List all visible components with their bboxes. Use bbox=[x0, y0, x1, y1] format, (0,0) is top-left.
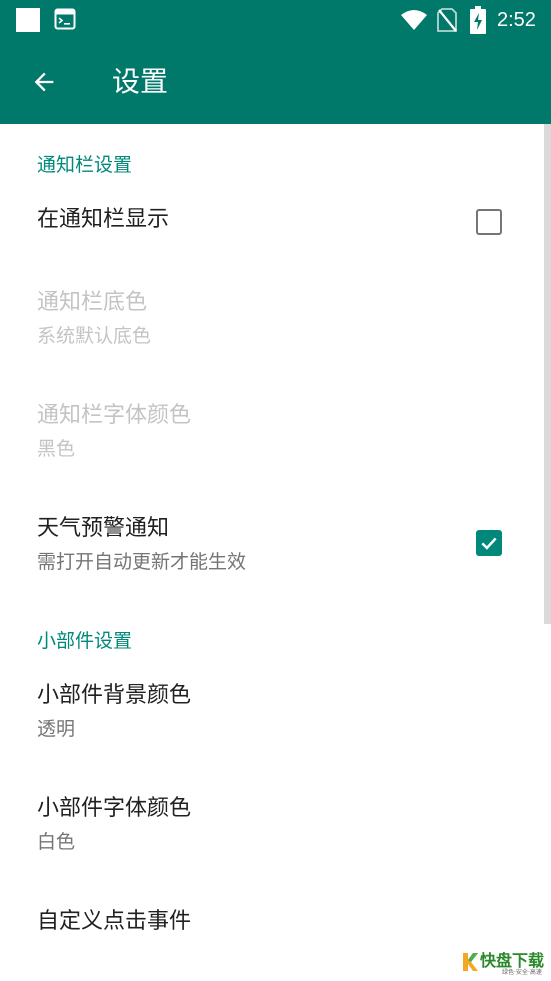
pref-widget-font-color[interactable]: 小部件字体颜色 白色 bbox=[0, 781, 540, 871]
pref-title: 小部件背景颜色 bbox=[37, 683, 192, 708]
app-bar: 设置 bbox=[0, 40, 551, 124]
settings-screen: 2:52 设置 通知栏设置 在通知栏显示 通知栏底色 系统默认底色 通知栏字体颜… bbox=[0, 0, 551, 981]
pref-custom-click-event[interactable]: 自定义点击事件 bbox=[0, 894, 540, 958]
weather-alert-checkbox[interactable] bbox=[476, 530, 502, 556]
pref-title: 自定义点击事件 bbox=[37, 909, 192, 934]
arrow-back-icon bbox=[34, 72, 54, 92]
notification-square-icon bbox=[16, 8, 40, 32]
watermark-subtext: 绿色·安全·高速 bbox=[502, 969, 542, 976]
battery-charging-icon bbox=[470, 6, 486, 34]
watermark-logo: 快盘下载 绿色·安全·高速 bbox=[462, 950, 548, 978]
show-in-notification-checkbox[interactable] bbox=[476, 209, 502, 235]
pref-summary: 透明 bbox=[37, 718, 76, 740]
terminal-icon bbox=[54, 8, 76, 30]
pref-title: 在通知栏显示 bbox=[37, 207, 170, 232]
scrollbar[interactable] bbox=[544, 124, 551, 624]
pref-title: 天气预警通知 bbox=[37, 516, 170, 541]
pref-title: 通知栏底色 bbox=[37, 290, 148, 315]
section-header-notification: 通知栏设置 bbox=[37, 154, 133, 176]
pref-summary: 需打开自动更新才能生效 bbox=[37, 551, 247, 573]
page-title: 设置 bbox=[112, 65, 169, 98]
pref-notification-font-color: 通知栏字体颜色 黑色 bbox=[0, 387, 540, 477]
pref-summary: 黑色 bbox=[37, 438, 76, 460]
back-button[interactable] bbox=[22, 60, 66, 104]
pref-notification-bg-color: 通知栏底色 系统默认底色 bbox=[0, 274, 540, 364]
k-logo-icon bbox=[463, 953, 478, 971]
section-header-widget: 小部件设置 bbox=[37, 630, 133, 652]
pref-summary: 系统默认底色 bbox=[37, 325, 152, 347]
status-time: 2:52 bbox=[497, 9, 536, 31]
checkmark-icon bbox=[481, 537, 497, 550]
wifi-icon bbox=[401, 10, 427, 30]
pref-title: 通知栏字体颜色 bbox=[37, 403, 192, 428]
settings-list[interactable]: 通知栏设置 在通知栏显示 通知栏底色 系统默认底色 通知栏字体颜色 黑色 天气预… bbox=[0, 124, 551, 981]
no-sim-icon bbox=[437, 8, 457, 32]
pref-summary: 白色 bbox=[37, 831, 76, 853]
status-bar: 2:52 bbox=[0, 0, 551, 40]
pref-weather-alert[interactable]: 天气预警通知 需打开自动更新才能生效 bbox=[0, 500, 540, 590]
pref-title: 小部件字体颜色 bbox=[37, 796, 192, 821]
pref-widget-bg-color[interactable]: 小部件背景颜色 透明 bbox=[0, 668, 540, 758]
pref-show-in-notification[interactable]: 在通知栏显示 bbox=[0, 190, 540, 254]
